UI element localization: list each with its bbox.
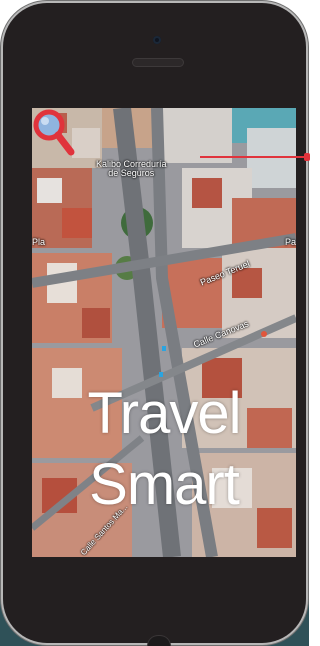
street-label-edge-left: Pla	[32, 237, 46, 247]
map-place-label-line2: de Seguros	[108, 168, 155, 179]
phone-mockup: Kalibo Correduría de Seguros Paseo Terue…	[3, 3, 306, 646]
magnifier-icon	[33, 109, 75, 156]
street-label-edge-right: Pa	[285, 237, 296, 247]
phone-screen: Kalibo Correduría de Seguros Paseo Terue…	[32, 108, 296, 557]
earpiece-speaker	[132, 58, 184, 67]
front-camera	[153, 36, 161, 44]
home-button[interactable]	[147, 635, 171, 646]
hero-title-line2: Smart	[89, 452, 240, 517]
map-place-label: Kalibo Correduría de Seguros	[96, 159, 167, 179]
callout-pointer-line	[200, 156, 306, 158]
callout-pointer-end	[304, 153, 310, 161]
hero-title-line1: Travel	[87, 381, 242, 446]
